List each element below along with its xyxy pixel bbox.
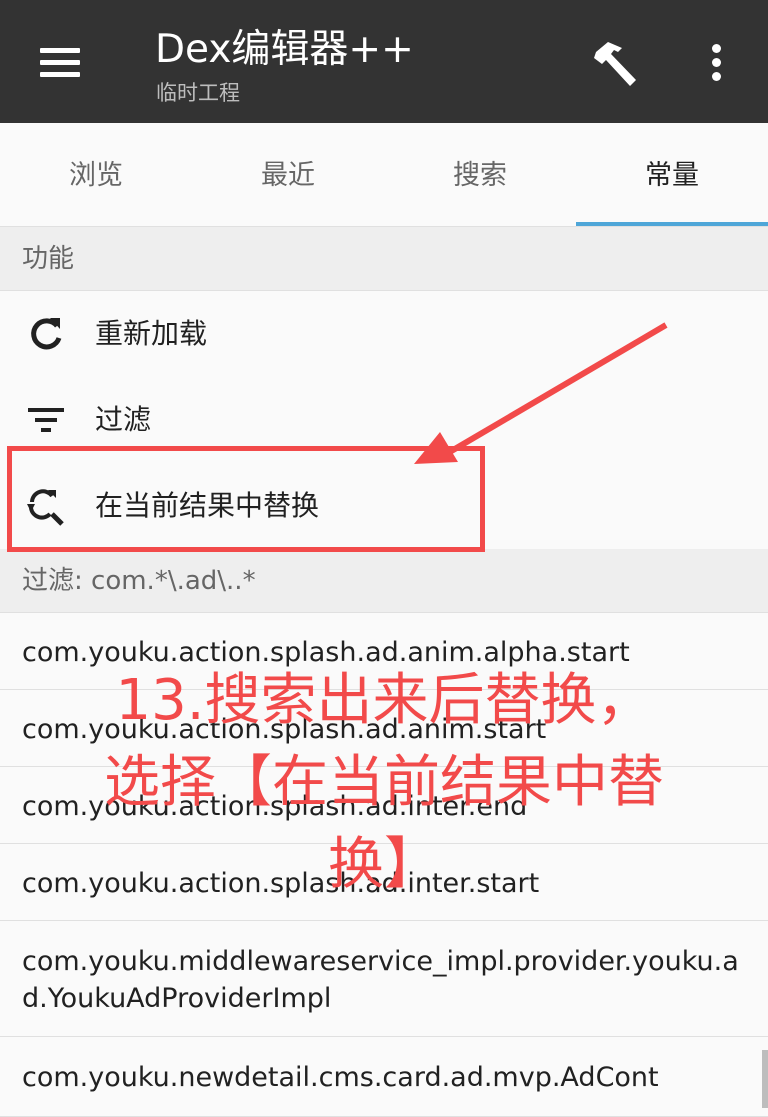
list-item[interactable]: com.youku.action.splash.ad.anim.start [0, 690, 768, 767]
scrollbar[interactable] [762, 1050, 768, 1108]
tab-recent[interactable]: 最近 [192, 123, 384, 226]
filter-icon [28, 408, 64, 432]
app-bar: Dex编辑器++ 临时工程 [0, 0, 768, 123]
highlight-box [7, 446, 485, 552]
list-item[interactable]: com.youku.newdetail.cms.card.ad.mvp.AdCo… [0, 1037, 768, 1117]
tab-bar: 浏览 最近 搜索 常量 [0, 123, 768, 227]
list-item[interactable]: com.youku.middlewareservice_impl.provide… [0, 921, 768, 1037]
filter-section-header: 过滤: com.*\.ad\..* [0, 549, 768, 613]
app-subtitle: 临时工程 [156, 81, 240, 105]
list-item[interactable]: com.youku.action.splash.ad.inter.start [0, 844, 768, 921]
app-title: Dex编辑器++ [155, 27, 414, 72]
list-item[interactable]: com.youku.action.splash.ad.inter.end [0, 767, 768, 844]
list-item[interactable]: com.youku.action.splash.ad.anim.alpha.st… [0, 613, 768, 690]
functions-section-header: 功能 [0, 227, 768, 291]
reload-item[interactable]: 重新加载 [0, 292, 768, 376]
results-list: com.youku.action.splash.ad.anim.alpha.st… [0, 613, 768, 1117]
tab-search[interactable]: 搜索 [384, 123, 576, 226]
hammer-icon[interactable] [588, 38, 642, 92]
tab-browse[interactable]: 浏览 [0, 123, 192, 226]
tab-indicator [576, 222, 768, 226]
tab-constants[interactable]: 常量 [576, 123, 768, 226]
more-vert-icon[interactable] [700, 40, 734, 86]
menu-icon[interactable] [28, 36, 90, 88]
reload-icon [31, 318, 62, 350]
